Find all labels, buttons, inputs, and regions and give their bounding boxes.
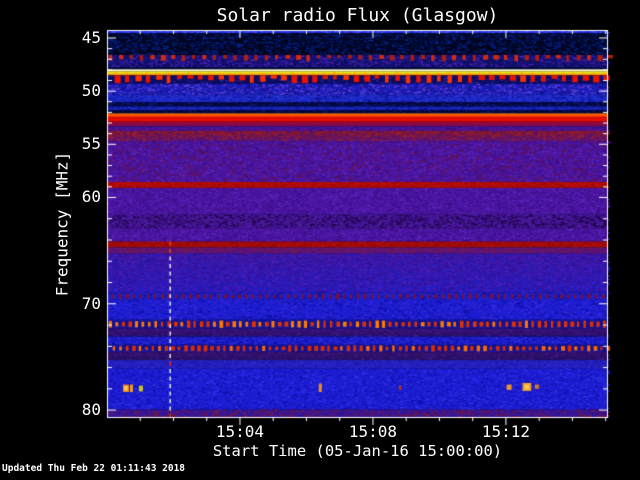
y-tick-label: 45 <box>81 27 101 47</box>
y-tick-label: 80 <box>81 400 101 420</box>
chart-title: Solar radio Flux (Glasgow) <box>216 5 499 26</box>
y-axis-title: Frequency [MHz] <box>52 151 72 297</box>
y-tick-label: 60 <box>81 187 101 207</box>
x-axis-title: Start Time (05-Jan-16 15:00:00) <box>212 442 503 460</box>
y-tick-label: 50 <box>81 81 101 101</box>
x-tick-label: 15:08 <box>348 422 398 441</box>
x-tick-label: 15:12 <box>481 422 531 441</box>
y-tick-label: 55 <box>81 134 101 154</box>
updated-timestamp: Updated Thu Feb 22 01:11:43 2018 <box>2 463 186 474</box>
y-tick-label: 70 <box>81 293 101 313</box>
solar-radio-flux-screen: Solar radio Flux (Glasgow) Frequency [MH… <box>0 0 640 480</box>
x-tick-label: 15:04 <box>215 422 265 441</box>
